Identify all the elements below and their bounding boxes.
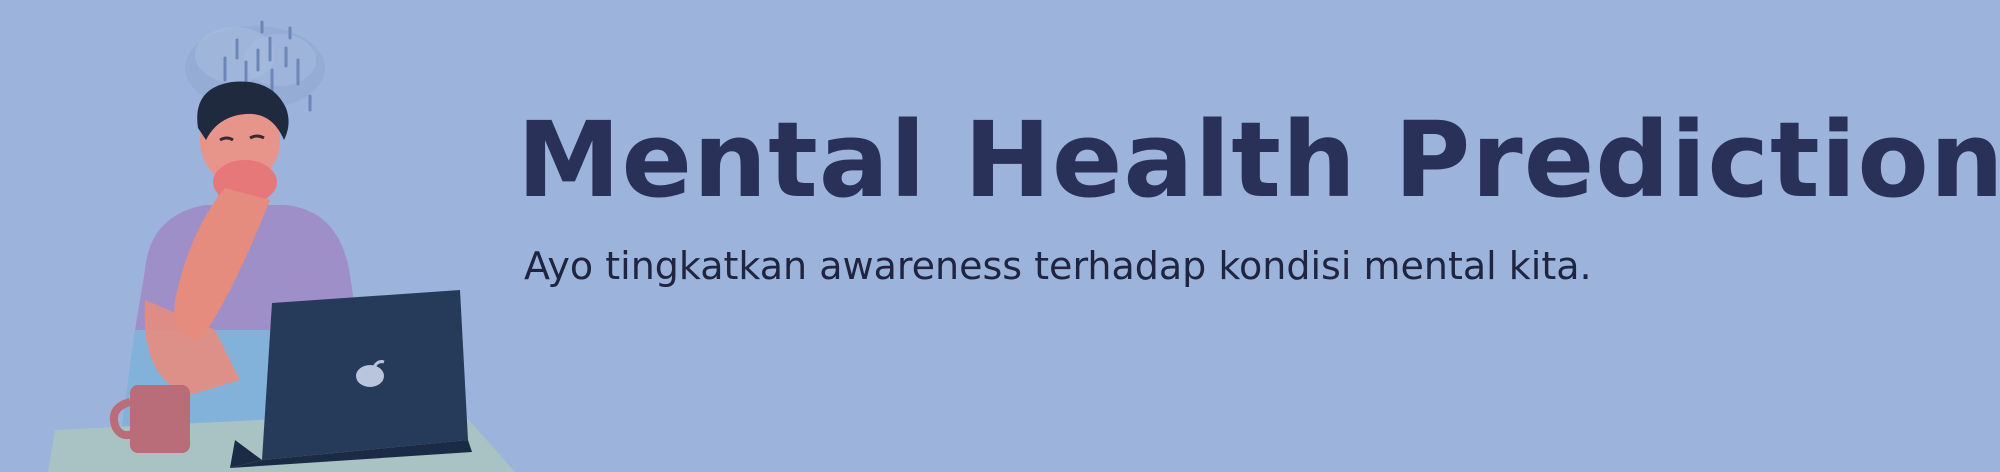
banner: Mental Health Prediction Ayo tingkatkan … xyxy=(0,0,2000,472)
page-title: Mental Health Prediction xyxy=(517,99,2000,221)
stressed-person-illustration xyxy=(48,20,515,472)
page-subtitle: Ayo tingkatkan awareness terhadap kondis… xyxy=(524,244,1592,288)
